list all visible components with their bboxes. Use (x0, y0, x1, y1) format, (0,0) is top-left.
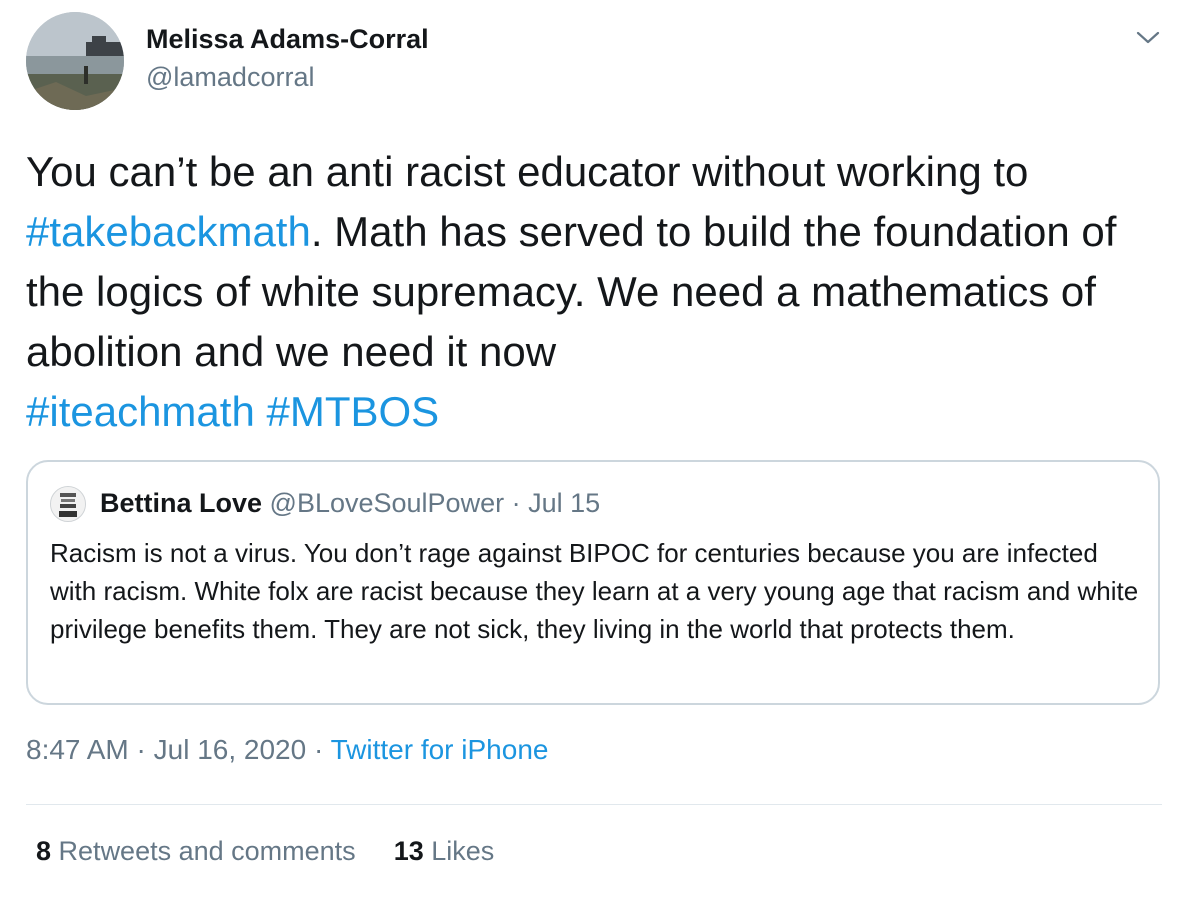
hashtag-link[interactable]: #iteachmath (26, 388, 255, 435)
tweet-date[interactable]: Jul 16, 2020 (154, 734, 307, 765)
quote-header: Bettina Love @BLoveSoulPower · Jul 15 (100, 486, 600, 520)
tweet-meta: 8:47 AM · Jul 16, 2020 · Twitter for iPh… (26, 734, 548, 766)
quote-author-name[interactable]: Bettina Love (100, 488, 262, 518)
quote-author-avatar (50, 486, 86, 522)
separator-dot: · (313, 734, 324, 765)
retweets-label: Retweets and comments (58, 836, 356, 866)
quote-text: Racism is not a virus. You don’t rage ag… (50, 538, 1139, 644)
separator-dot: · (511, 488, 521, 518)
author-avatar[interactable] (26, 12, 124, 110)
hashtag-link[interactable]: #MTBOS (266, 388, 439, 435)
retweets-stat[interactable]: 8 Retweets and comments (36, 836, 356, 867)
likes-count: 13 (393, 836, 424, 866)
likes-stat[interactable]: 13 Likes (394, 836, 495, 867)
quote-date[interactable]: Jul 15 (528, 488, 600, 518)
separator-dot: · (136, 734, 146, 765)
hashtag-link[interactable]: #takebackmath (26, 208, 311, 255)
author-handle[interactable]: @lamadcorral (146, 62, 314, 93)
quoted-tweet[interactable]: Bettina Love @BLoveSoulPower · Jul 15 Ra… (26, 460, 1160, 705)
author-name[interactable]: Melissa Adams-Corral (146, 24, 429, 55)
divider (26, 804, 1162, 805)
tweet-time[interactable]: 8:47 AM (26, 734, 129, 765)
tweet-stats: 8 Retweets and comments 13 Likes (36, 836, 494, 867)
retweets-count: 8 (36, 836, 52, 866)
tweet-text-part: You can’t be an anti racist educator wit… (26, 148, 1029, 195)
likes-label: Likes (431, 836, 495, 866)
chevron-down-icon[interactable] (1134, 28, 1162, 48)
tweet-source-link[interactable]: Twitter for iPhone (331, 734, 549, 765)
quote-author-handle[interactable]: @BLoveSoulPower (270, 488, 505, 518)
tweet-text: You can’t be an anti racist educator wit… (26, 142, 1171, 442)
